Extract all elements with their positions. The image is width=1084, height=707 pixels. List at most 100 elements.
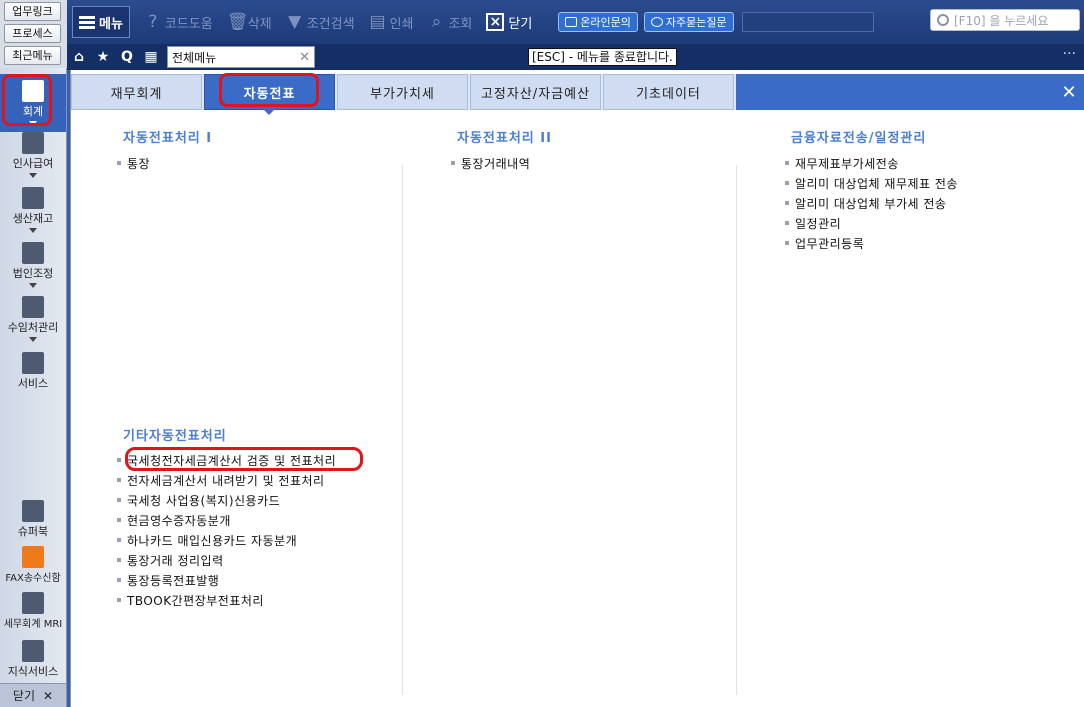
search-doc-icon: ⌕: [431, 12, 442, 32]
sidebar-item-production-inventory[interactable]: 생산재고: [0, 187, 66, 233]
menu-list-auto-voucher-1: 통장: [117, 153, 150, 173]
sidebar-item-tax-mri[interactable]: 세무회계 MRI: [0, 592, 66, 630]
tab-all-menu[interactable]: 전체메뉴 ✕: [167, 46, 315, 68]
sidebar-close-label: 닫기: [12, 689, 36, 703]
condition-search-button[interactable]: ▼ 조건검색: [286, 12, 355, 32]
online-inquiry-button[interactable]: 온라인문의: [558, 12, 638, 32]
highlight-accounting: [2, 74, 52, 126]
menu-item-label: 통장거래내역: [461, 156, 531, 171]
quicklink-process[interactable]: 프로세스: [4, 24, 61, 43]
tab-basic-data[interactable]: 기초데이터: [603, 74, 734, 110]
menu-list-auto-voucher-2: 통장거래내역: [451, 153, 530, 173]
sidebar-item-label: 수임처관리: [7, 321, 59, 334]
menu-item-label: 통장거래 정리입력: [127, 553, 224, 568]
sidebar-item-superbook[interactable]: 슈퍼북: [0, 500, 66, 539]
chevron-down-icon: [29, 173, 37, 178]
bullet-icon: [117, 598, 121, 602]
esc-message: [ESC] - 메뉴를 종료합니다.: [528, 48, 677, 66]
menu-list-other-auto-voucher: 국세청전자세금계산서 검증 및 전표처리 전자세금계산서 내려받기 및 전표처리…: [117, 450, 336, 610]
menu-item-label: 전자세금계산서 내려받기 및 전표처리: [127, 473, 325, 488]
fax-icon: [22, 546, 44, 568]
menu-item[interactable]: 현금영수증자동분개: [117, 510, 336, 530]
menu-item[interactable]: 국세청 사업용(복지)신용카드: [117, 490, 336, 510]
close-button[interactable]: × 닫기: [486, 13, 532, 32]
menu-panel: 재무회계 자동전표 부가가치세 고정자산/자금예산 기초데이터 ✕ 자동전표처리…: [70, 70, 1084, 707]
section-title-auto-voucher-1: 자동전표처리 I: [123, 131, 213, 146]
quicklink-recent-menu[interactable]: 최근메뉴: [4, 46, 61, 65]
sidebar-item-service[interactable]: 서비스: [0, 352, 66, 391]
sidebar-item-label: 세무회계 MRI: [3, 619, 63, 630]
quicklinks: 업무링크 프로세스 최근메뉴: [0, 0, 67, 68]
sidebar-item-label: 지식서비스: [7, 665, 59, 678]
condition-search-label: 조건검색: [306, 16, 355, 32]
menu-item[interactable]: 하나카드 매입신용카드 자동분개: [117, 530, 336, 550]
delete-label: 삭제: [247, 16, 272, 32]
trash-icon: 🗑: [226, 12, 249, 32]
sidebar-item-fax[interactable]: FAX송수신함: [0, 546, 66, 584]
sb-book-icon: [22, 500, 44, 522]
close-icon: ×: [486, 13, 505, 31]
faq-button[interactable]: 자주묻는질문: [643, 12, 734, 32]
filter-icon: ▼: [288, 12, 302, 32]
bullet-icon: [117, 578, 121, 582]
menu-item[interactable]: 알리미 대상업체 부가세 전송: [785, 193, 958, 213]
search-icon: [937, 14, 949, 26]
close-label: 닫기: [508, 16, 533, 32]
column-divider: [736, 165, 737, 695]
menu-list-finance-schedule: 재무제표부가세전송 알리미 대상업체 재무제표 전송 알리미 대상업체 부가세 …: [785, 153, 958, 253]
bullet-icon: [785, 221, 789, 225]
bullet-icon: [785, 241, 789, 245]
delete-button[interactable]: 🗑 삭제: [227, 13, 272, 32]
menu-item[interactable]: 통장거래 정리입력: [117, 550, 336, 570]
menu-button[interactable]: 메뉴: [72, 6, 130, 38]
print-button[interactable]: ▤ 인쇄: [369, 13, 414, 32]
tab-vat[interactable]: 부가가치세: [337, 74, 468, 110]
menu-item[interactable]: 일정관리: [785, 213, 958, 233]
more-icon[interactable]: ···: [1063, 46, 1076, 62]
grid-menu-icon[interactable]: ▦: [139, 46, 163, 68]
tab-financial-accounting[interactable]: 재무회계: [71, 74, 202, 110]
column-divider: [402, 165, 403, 695]
quick-search-icon[interactable]: Q: [115, 46, 139, 68]
sidebar-item-hr-payroll[interactable]: 인사급여: [0, 132, 66, 178]
inquiry-button[interactable]: ⌕ 조회: [427, 12, 473, 32]
highlight-auto-voucher-tab: [219, 73, 319, 107]
section-title-other-auto-voucher: 기타자동전표처리: [123, 429, 227, 444]
star-icon[interactable]: ★: [91, 46, 115, 68]
home-icon[interactable]: ⌂: [67, 46, 91, 68]
tab-close-icon[interactable]: ✕: [299, 50, 310, 65]
hamburger-icon: [79, 15, 95, 29]
sidebar-item-label: FAX송수신함: [5, 573, 61, 584]
tab-fixed-assets-budget[interactable]: 고정자산/자금예산: [470, 74, 601, 110]
open-book-icon: [22, 640, 44, 662]
toolbar-blank-field: [741, 12, 874, 32]
menu-item[interactable]: 통장등록전표발행: [117, 570, 336, 590]
panel-close-icon[interactable]: ✕: [1058, 82, 1080, 104]
menu-item[interactable]: TBOOK간편장부전표처리: [117, 590, 336, 610]
sidebar-item-label: 인사급여: [12, 157, 54, 170]
menu-item[interactable]: 알리미 대상업체 재무제표 전송: [785, 173, 958, 193]
menu-item[interactable]: 전자세금계산서 내려받기 및 전표처리: [117, 470, 336, 490]
bullet-icon: [785, 181, 789, 185]
menu-search-input[interactable]: [F10] 을 누르세요: [930, 9, 1080, 31]
bullet-icon: [117, 458, 121, 462]
quicklink-work-link[interactable]: 업무링크: [4, 2, 61, 21]
code-help-button[interactable]: ? 코드도움: [144, 13, 212, 32]
menu-item-label: 재무제표부가세전송: [795, 156, 899, 171]
people-icon: [22, 296, 44, 318]
sidebar-item-knowledge-service[interactable]: 지식서비스: [0, 640, 66, 679]
building-icon: [22, 242, 44, 264]
menu-item[interactable]: 재무제표부가세전송: [785, 153, 958, 173]
inquiry-label: 조회: [448, 16, 473, 32]
tab-all-menu-label: 전체메뉴: [172, 50, 217, 65]
menu-item[interactable]: 통장: [117, 153, 150, 173]
sidebar-item-client-management[interactable]: 수임처관리: [0, 296, 66, 342]
menu-item-label: 현금영수증자동분개: [127, 513, 231, 528]
sidebar-close-button[interactable]: 닫기 ✕: [0, 683, 66, 707]
menu-item[interactable]: 통장거래내역: [451, 153, 530, 173]
tab-row: ⌂ ★ Q ▦ 전체메뉴 ✕ [ESC] - 메뉴를 종료합니다. ···: [67, 44, 1084, 70]
menu-item-label: 일정관리: [795, 216, 842, 231]
sidebar-item-corporate-adjustment[interactable]: 법인조정: [0, 242, 66, 288]
menu-item[interactable]: 업무관리등록: [785, 233, 958, 253]
online-inquiry-label: 온라인문의: [580, 16, 631, 29]
